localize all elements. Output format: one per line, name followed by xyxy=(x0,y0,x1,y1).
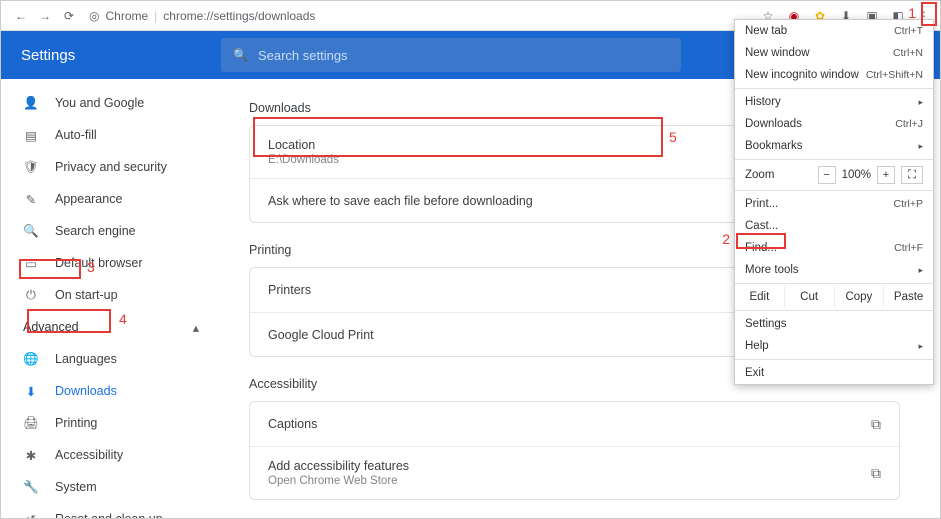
menu-incognito[interactable]: New incognito windowCtrl+Shift+N xyxy=(735,64,933,86)
search-icon: 🔍 xyxy=(233,48,248,62)
menu-paste[interactable]: Paste xyxy=(884,286,933,308)
menu-copy[interactable]: Copy xyxy=(835,286,885,308)
menu-edit-label: Edit xyxy=(735,286,785,308)
menu-more-tools[interactable]: More tools▸ xyxy=(735,259,933,281)
fullscreen-button[interactable]: ⛶ xyxy=(901,166,923,184)
sidebar-item-autofill[interactable]: ▤Auto-fill xyxy=(1,119,221,151)
menu-find[interactable]: Find...Ctrl+F xyxy=(735,237,933,259)
sidebar-item-you-and-google[interactable]: 👤You and Google xyxy=(1,87,221,119)
sidebar-item-search-engine[interactable]: 🔍Search engine xyxy=(1,215,221,247)
search-settings[interactable]: 🔍 xyxy=(221,38,681,72)
appearance-icon: ✎ xyxy=(23,192,39,207)
reset-icon: ↺ xyxy=(23,512,39,519)
zoom-in-button[interactable]: + xyxy=(877,166,895,184)
forward-button[interactable]: → xyxy=(33,4,57,28)
sidebar-item-accessibility[interactable]: ✱Accessibility xyxy=(1,439,221,471)
accessibility-icon: ✱ xyxy=(23,448,39,463)
menu-history[interactable]: History▸ xyxy=(735,91,933,113)
search-input[interactable] xyxy=(258,48,669,63)
open-external-icon: ⧉ xyxy=(871,465,881,482)
reload-button[interactable]: ⟳ xyxy=(57,4,81,28)
menu-bookmarks[interactable]: Bookmarks▸ xyxy=(735,135,933,157)
sidebar-item-default-browser[interactable]: ▭Default browser xyxy=(1,247,221,279)
menu-new-window[interactable]: New windowCtrl+N xyxy=(735,42,933,64)
menu-downloads[interactable]: DownloadsCtrl+J xyxy=(735,113,933,135)
menu-cast[interactable]: Cast... xyxy=(735,215,933,237)
sidebar-item-privacy[interactable]: 🛡Privacy and security xyxy=(1,151,221,183)
globe-icon: ◎ xyxy=(89,9,99,23)
wrench-icon: 🔧 xyxy=(23,480,39,495)
zoom-out-button[interactable]: − xyxy=(818,166,836,184)
addr-url: chrome://settings/downloads xyxy=(163,9,315,23)
sidebar: 👤You and Google ▤Auto-fill 🛡Privacy and … xyxy=(1,79,221,518)
menu-cut[interactable]: Cut xyxy=(785,286,835,308)
sidebar-item-reset[interactable]: ↺Reset and clean up xyxy=(1,503,221,518)
printer-icon: 🖨 xyxy=(23,416,39,431)
globe-icon: 🌐 xyxy=(23,352,39,367)
download-icon: ⬇ xyxy=(23,384,39,399)
browser-icon: ▭ xyxy=(23,256,39,271)
sidebar-item-languages[interactable]: 🌐Languages xyxy=(1,343,221,375)
menu-print[interactable]: Print...Ctrl+P xyxy=(735,193,933,215)
autofill-icon: ▤ xyxy=(23,128,39,143)
shield-icon: 🛡 xyxy=(23,160,39,175)
page-title: Settings xyxy=(1,47,221,64)
sidebar-item-appearance[interactable]: ✎Appearance xyxy=(1,183,221,215)
menu-exit[interactable]: Exit xyxy=(735,362,933,384)
chrome-menu: New tabCtrl+T New windowCtrl+N New incog… xyxy=(734,19,934,385)
sidebar-item-downloads[interactable]: ⬇Downloads xyxy=(1,375,221,407)
add-accessibility-row[interactable]: Add accessibility features Open Chrome W… xyxy=(250,446,899,499)
menu-settings[interactable]: Settings xyxy=(735,313,933,335)
menu-help[interactable]: Help▸ xyxy=(735,335,933,357)
menu-zoom: Zoom − 100% + ⛶ xyxy=(735,162,933,188)
chevron-up-icon: ▴ xyxy=(193,320,199,335)
open-external-icon: ⧉ xyxy=(871,416,881,433)
sidebar-item-printing[interactable]: 🖨Printing xyxy=(1,407,221,439)
addr-host: Chrome xyxy=(105,9,148,23)
sidebar-item-startup[interactable]: ⏻On start-up xyxy=(1,279,221,311)
sidebar-item-system[interactable]: 🔧System xyxy=(1,471,221,503)
search-icon: 🔍 xyxy=(23,224,39,239)
back-button[interactable]: ← xyxy=(9,4,33,28)
captions-row[interactable]: Captions ⧉ xyxy=(250,402,899,446)
sidebar-advanced-toggle[interactable]: Advanced ▴ xyxy=(1,311,221,343)
person-icon: 👤 xyxy=(23,96,39,111)
power-icon: ⏻ xyxy=(23,288,39,303)
menu-new-tab[interactable]: New tabCtrl+T xyxy=(735,20,933,42)
